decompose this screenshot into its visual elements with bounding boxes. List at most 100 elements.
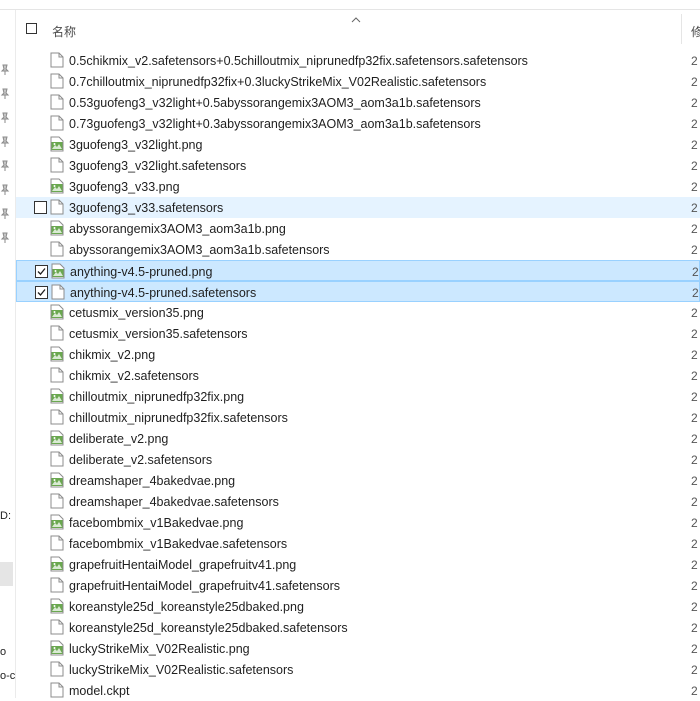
blank-file-icon <box>50 199 64 215</box>
image-file-icon <box>50 640 64 656</box>
blank-file-icon <box>50 409 64 425</box>
file-name[interactable]: luckyStrikeMix_V02Realistic.png <box>69 642 250 656</box>
file-row[interactable]: dreamshaper_4bakedvae.png 2 <box>16 470 700 491</box>
file-row[interactable]: deliberate_v2.png 2 <box>16 428 700 449</box>
file-name[interactable]: 0.5chikmix_v2.safetensors+0.5chilloutmix… <box>69 54 528 68</box>
file-row[interactable]: cetusmix_version35.png 2 <box>16 302 700 323</box>
select-all-checkbox[interactable] <box>26 23 37 34</box>
image-file-icon <box>50 136 64 152</box>
file-row[interactable]: facebombmix_v1Bakedvae.safetensors 2 <box>16 533 700 554</box>
blank-file-icon <box>50 661 64 677</box>
file-name[interactable]: abyssorangemix3AOM3_aom3a1b.png <box>69 222 286 236</box>
column-divider[interactable] <box>681 14 682 44</box>
file-row[interactable]: 3guofeng3_v32light.png 2 <box>16 134 700 155</box>
file-name[interactable]: facebombmix_v1Bakedvae.png <box>69 516 243 530</box>
file-modified-date: 2 <box>691 96 698 110</box>
file-row[interactable]: facebombmix_v1Bakedvae.png 2 <box>16 512 700 533</box>
file-name[interactable]: facebombmix_v1Bakedvae.safetensors <box>69 537 287 551</box>
file-row[interactable]: chilloutmix_niprunedfp32fix.safetensors 2 <box>16 407 700 428</box>
file-row[interactable]: 3guofeng3_v33.safetensors 2 <box>16 197 700 218</box>
file-row[interactable]: chikmix_v2.safetensors 2 <box>16 365 700 386</box>
image-file-icon <box>50 220 64 236</box>
file-row[interactable]: abyssorangemix3AOM3_aom3a1b.safetensors 2 <box>16 239 700 260</box>
file-row[interactable]: 0.53guofeng3_v32light+0.5abyssorangemix3… <box>16 92 700 113</box>
file-name[interactable]: grapefruitHentaiModel_grapefruitv41.png <box>69 558 296 572</box>
file-name[interactable]: koreanstyle25d_koreanstyle25dbaked.safet… <box>69 621 348 635</box>
file-row[interactable]: 0.73guofeng3_v32light+0.3abyssorangemix3… <box>16 113 700 134</box>
file-modified-date: 2 <box>691 243 698 257</box>
nav-drive-label[interactable]: D: <box>0 510 11 522</box>
file-name[interactable]: cetusmix_version35.png <box>69 306 204 320</box>
navigation-pane[interactable]: D: o o-c <box>0 10 16 698</box>
file-name[interactable]: chilloutmix_niprunedfp32fix.safetensors <box>69 411 288 425</box>
file-row[interactable]: 0.7chilloutmix_niprunedfp32fix+0.3luckyS… <box>16 71 700 92</box>
file-modified-date: 2 <box>691 348 698 362</box>
modified-column-header[interactable]: 修 <box>691 23 700 40</box>
file-name[interactable]: koreanstyle25d_koreanstyle25dbaked.png <box>69 600 304 614</box>
file-modified-date: 2 <box>691 642 698 656</box>
blank-file-icon <box>51 284 65 300</box>
file-modified-date: 2 <box>691 138 698 152</box>
file-modified-date: 2 <box>691 54 698 68</box>
blank-file-icon <box>50 493 64 509</box>
row-checkbox[interactable] <box>35 286 48 299</box>
file-row[interactable]: 0.5chikmix_v2.safetensors+0.5chilloutmix… <box>16 50 700 71</box>
image-file-icon <box>50 430 64 446</box>
file-modified-date: 2 <box>691 159 698 173</box>
file-row[interactable]: koreanstyle25d_koreanstyle25dbaked.png 2 <box>16 596 700 617</box>
file-row[interactable]: grapefruitHentaiModel_grapefruitv41.safe… <box>16 575 700 596</box>
file-row[interactable]: anything-v4.5-pruned.png 2 <box>16 260 700 281</box>
file-row[interactable]: 3guofeng3_v33.png 2 <box>16 176 700 197</box>
file-row[interactable]: deliberate_v2.safetensors 2 <box>16 449 700 470</box>
file-modified-date: 2 <box>691 411 698 425</box>
file-name[interactable]: 3guofeng3_v32light.png <box>69 138 202 152</box>
blank-file-icon <box>50 94 64 110</box>
blank-file-icon <box>50 682 64 698</box>
image-file-icon <box>50 346 64 362</box>
file-name[interactable]: 3guofeng3_v32light.safetensors <box>69 159 246 173</box>
file-name[interactable]: chikmix_v2.safetensors <box>69 369 199 383</box>
file-name[interactable]: chilloutmix_niprunedfp32fix.png <box>69 390 244 404</box>
file-row[interactable]: koreanstyle25d_koreanstyle25dbaked.safet… <box>16 617 700 638</box>
file-name[interactable]: 3guofeng3_v33.safetensors <box>69 201 223 215</box>
file-row[interactable]: chikmix_v2.png 2 <box>16 344 700 365</box>
row-checkbox[interactable] <box>35 265 48 278</box>
file-name[interactable]: deliberate_v2.png <box>69 432 168 446</box>
file-row[interactable]: grapefruitHentaiModel_grapefruitv41.png 2 <box>16 554 700 575</box>
file-row[interactable]: chilloutmix_niprunedfp32fix.png 2 <box>16 386 700 407</box>
file-name[interactable]: dreamshaper_4bakedvae.png <box>69 474 235 488</box>
blank-file-icon <box>50 577 64 593</box>
file-modified-date: 2 <box>691 369 698 383</box>
file-name[interactable]: 3guofeng3_v33.png <box>69 180 180 194</box>
file-name[interactable]: chikmix_v2.png <box>69 348 155 362</box>
file-name[interactable]: deliberate_v2.safetensors <box>69 453 212 467</box>
file-row[interactable]: 3guofeng3_v32light.safetensors 2 <box>16 155 700 176</box>
file-modified-date: 2 <box>692 265 699 279</box>
file-name[interactable]: anything-v4.5-pruned.png <box>70 265 212 279</box>
nav-selected-item[interactable] <box>0 562 13 586</box>
file-name[interactable]: 0.7chilloutmix_niprunedfp32fix+0.3luckyS… <box>69 75 486 89</box>
file-row[interactable]: anything-v4.5-pruned.safetensors 2 <box>16 281 700 302</box>
row-checkbox[interactable] <box>34 201 47 214</box>
column-header: 名称 修 <box>16 10 700 44</box>
name-column-header[interactable]: 名称 <box>52 23 76 40</box>
file-name[interactable]: anything-v4.5-pruned.safetensors <box>70 286 256 300</box>
nav-item-label[interactable]: o-c <box>0 670 15 682</box>
file-name[interactable]: 0.53guofeng3_v32light+0.5abyssorangemix3… <box>69 96 481 110</box>
file-row[interactable]: cetusmix_version35.safetensors 2 <box>16 323 700 344</box>
file-row[interactable]: abyssorangemix3AOM3_aom3a1b.png 2 <box>16 218 700 239</box>
file-modified-date: 2 <box>691 516 698 530</box>
file-name[interactable]: dreamshaper_4bakedvae.safetensors <box>69 495 279 509</box>
file-row[interactable]: luckyStrikeMix_V02Realistic.safetensors 2 <box>16 659 700 680</box>
file-name[interactable]: 0.73guofeng3_v32light+0.3abyssorangemix3… <box>69 117 481 131</box>
file-name[interactable]: grapefruitHentaiModel_grapefruitv41.safe… <box>69 579 340 593</box>
file-row[interactable]: dreamshaper_4bakedvae.safetensors 2 <box>16 491 700 512</box>
nav-item-label[interactable]: o <box>0 646 6 658</box>
file-name[interactable]: luckyStrikeMix_V02Realistic.safetensors <box>69 663 293 677</box>
pin-icon <box>0 64 10 76</box>
file-row[interactable]: luckyStrikeMix_V02Realistic.png 2 <box>16 638 700 659</box>
file-name[interactable]: cetusmix_version35.safetensors <box>69 327 248 341</box>
file-name[interactable]: model.ckpt <box>69 684 129 698</box>
file-name[interactable]: abyssorangemix3AOM3_aom3a1b.safetensors <box>69 243 330 257</box>
file-modified-date: 2 <box>691 558 698 572</box>
